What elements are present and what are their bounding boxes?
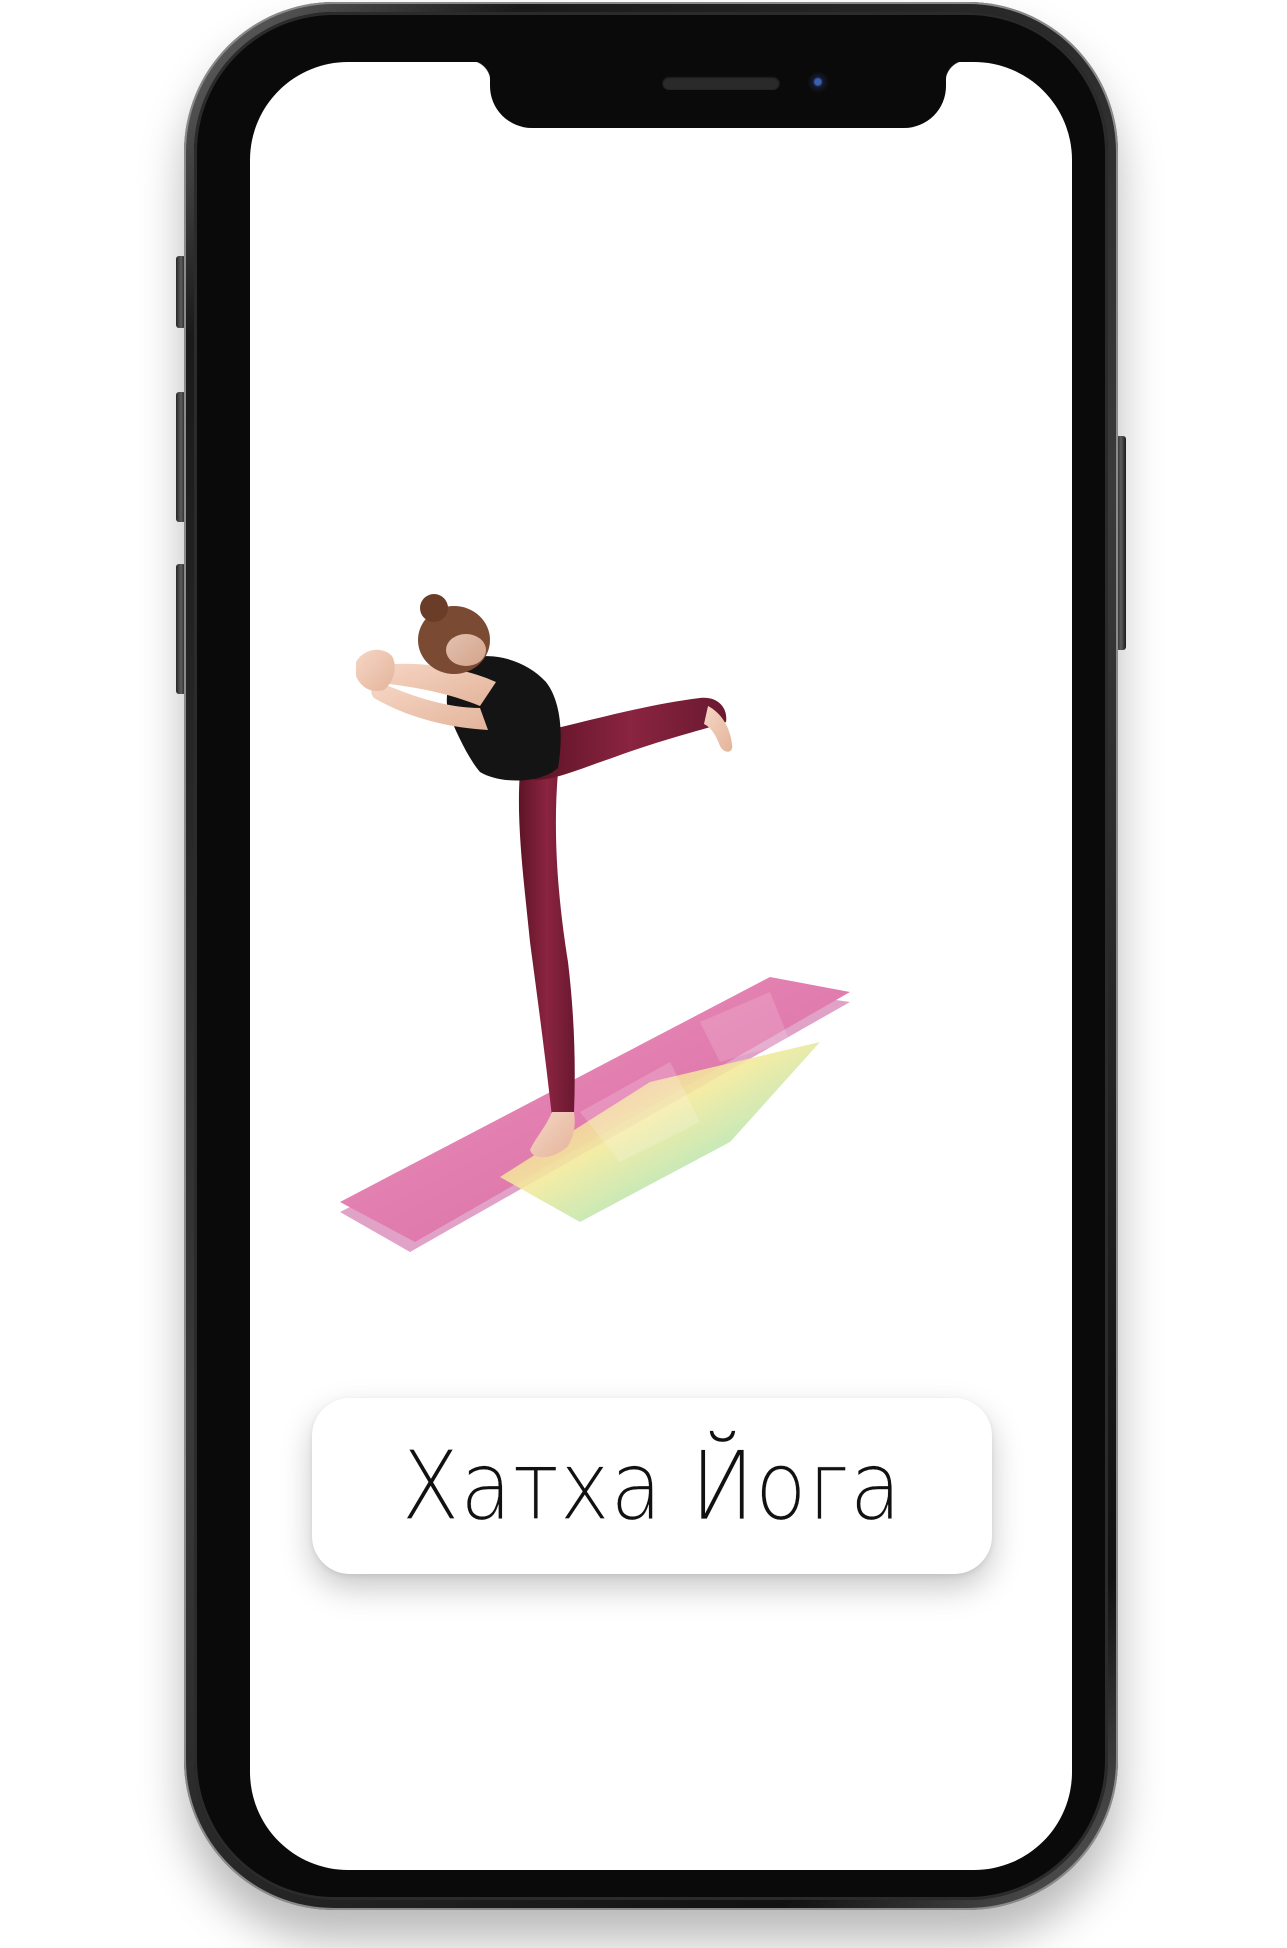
- yoga-pose-image: [340, 594, 850, 1252]
- standing-leg: [518, 772, 575, 1117]
- notch: [469, 62, 967, 128]
- phone-bezel: Хатха Йога: [194, 12, 1108, 1900]
- phone-frame: Хатха Йога: [184, 2, 1118, 1910]
- class-title: Хатха Йога: [401, 1431, 903, 1541]
- phone-screen: Хатха Йога: [250, 62, 1072, 1870]
- class-title-card[interactable]: Хатха Йога: [312, 1398, 992, 1574]
- speaker-grille-icon: [662, 76, 780, 90]
- hair-bun: [420, 594, 448, 622]
- camera-icon: [808, 72, 830, 94]
- hands: [356, 649, 395, 692]
- lifted-leg: [534, 697, 727, 780]
- yoga-mat: [340, 977, 850, 1252]
